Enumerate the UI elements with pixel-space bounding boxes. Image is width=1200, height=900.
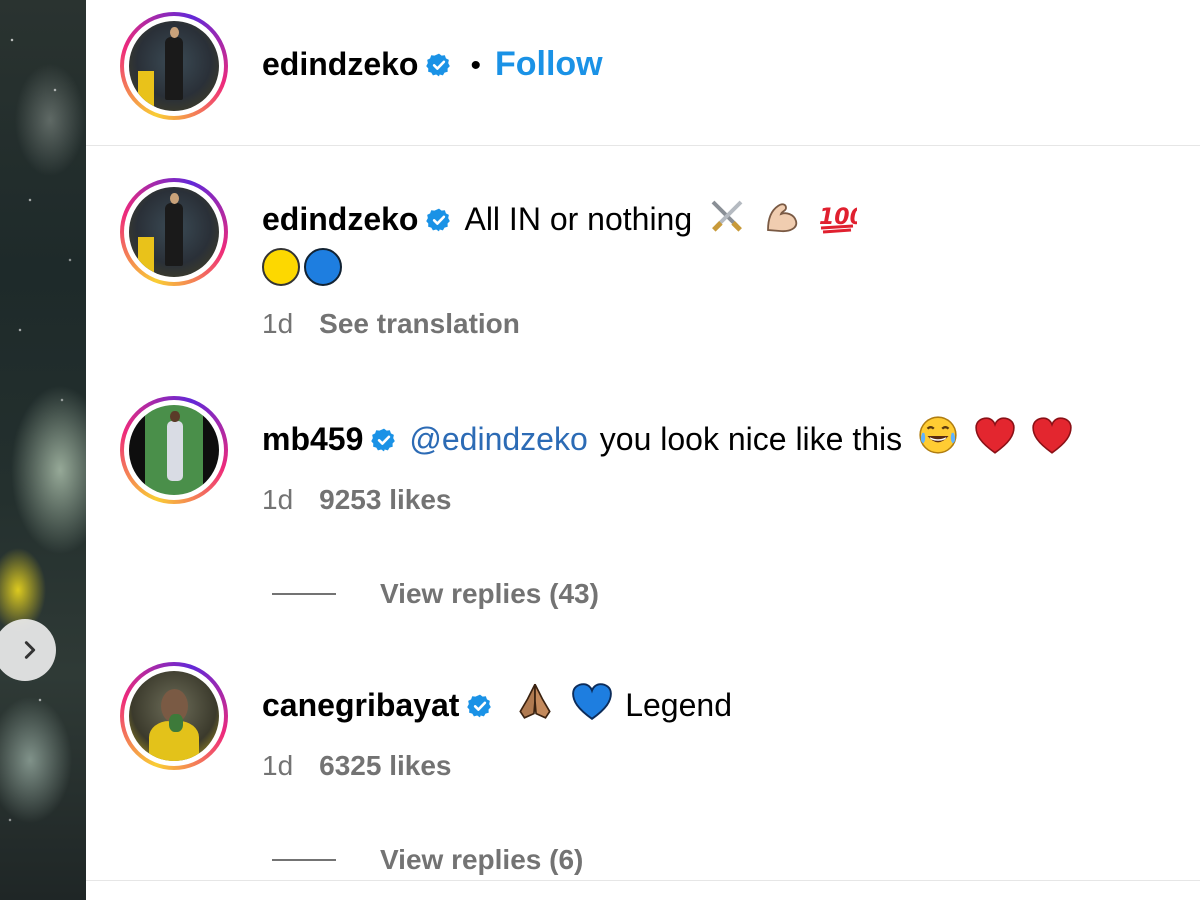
view-replies-label: View replies (43) xyxy=(380,578,599,609)
avatar[interactable] xyxy=(120,12,228,120)
blue-circle-icon xyxy=(304,248,342,286)
divider xyxy=(272,593,336,595)
red-heart-icon xyxy=(975,417,1015,454)
tears-of-joy-icon xyxy=(919,416,957,454)
crossed-swords-icon xyxy=(711,200,743,232)
follow-button[interactable]: Follow xyxy=(495,45,603,83)
comment-username[interactable]: edindzeko xyxy=(262,201,418,237)
avatar[interactable] xyxy=(120,178,228,286)
comment-username[interactable]: canegribayat xyxy=(262,687,459,723)
comments-panel: edindzeko • Follow edindzeko All IN or noth… xyxy=(86,0,1200,900)
comment-text: you look nice like this xyxy=(599,421,903,457)
comment-text: All IN or nothing xyxy=(464,201,693,237)
likes-count[interactable]: 6325 likes xyxy=(319,750,451,781)
verified-badge-icon xyxy=(426,53,451,77)
flexed-biceps-icon xyxy=(767,203,798,233)
yellow-circle-icon xyxy=(262,248,300,286)
verified-badge-icon xyxy=(467,694,492,718)
view-replies-label: View replies (6) xyxy=(380,844,584,875)
mention-link[interactable]: @edindzeko xyxy=(409,421,587,457)
separator-dot: • xyxy=(470,49,481,82)
view-replies-button[interactable]: View replies (6) xyxy=(272,844,583,876)
see-translation-button[interactable]: See translation xyxy=(319,308,520,339)
chevron-right-icon xyxy=(24,641,36,659)
view-replies-button[interactable]: View replies (43) xyxy=(272,578,599,610)
divider xyxy=(272,859,336,861)
likes-count[interactable]: 9253 likes xyxy=(319,484,451,515)
comment-time: 1d xyxy=(262,308,294,339)
hundred-points-icon: 100 xyxy=(819,205,857,234)
header-username[interactable]: edindzeko xyxy=(262,46,418,82)
red-heart-icon xyxy=(1032,417,1072,454)
folded-hands-icon xyxy=(519,683,552,719)
comment-username[interactable]: mb459 xyxy=(262,421,363,457)
blue-heart-icon xyxy=(572,683,613,720)
avatar[interactable] xyxy=(120,396,228,504)
comment-time: 1d xyxy=(262,750,294,781)
verified-badge-icon xyxy=(371,428,396,452)
post-header: edindzeko • Follow xyxy=(86,0,1200,146)
verified-badge-icon xyxy=(426,208,451,232)
avatar[interactable] xyxy=(120,662,228,770)
comment-time: 1d xyxy=(262,484,294,515)
divider xyxy=(86,880,1200,881)
post-media-preview xyxy=(0,0,86,900)
comment-text: Legend xyxy=(625,687,732,723)
